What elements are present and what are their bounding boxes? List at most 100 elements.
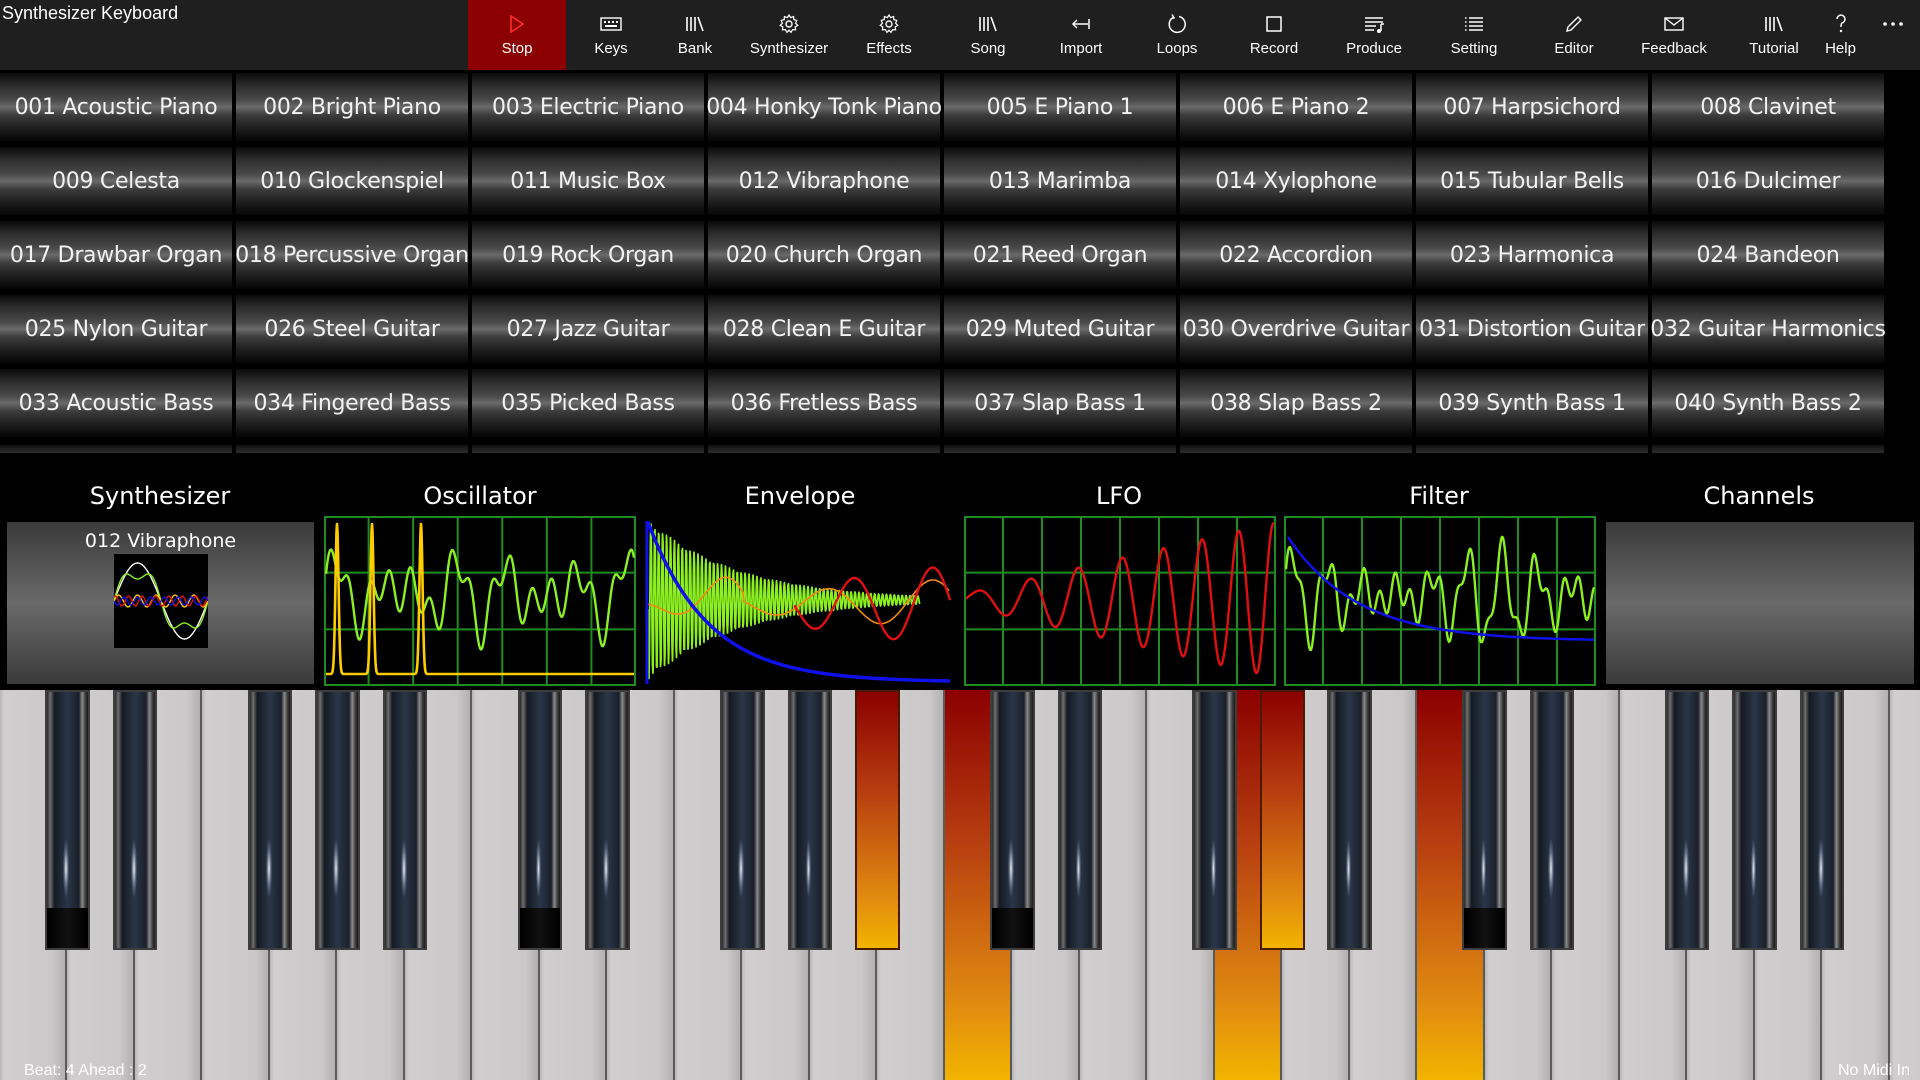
instrument-button[interactable]: 019 Rock Organ <box>472 221 704 289</box>
command-tutorial-button[interactable]: Tutorial <box>1724 0 1824 70</box>
white-key[interactable] <box>1889 690 1920 1080</box>
instrument-button[interactable]: 008 Clavinet <box>1652 73 1884 141</box>
instrument-button[interactable]: 004 Honky Tonk Piano <box>706 73 942 141</box>
instrument-button[interactable]: 013 Marimba <box>944 147 1176 215</box>
channels-panel[interactable] <box>1606 522 1914 684</box>
command-stop-button[interactable]: Stop <box>468 0 566 70</box>
black-key-shadow <box>1464 908 1505 948</box>
command-bank-button[interactable]: Bank <box>649 0 741 70</box>
black-key[interactable] <box>1327 690 1372 950</box>
instrument-button[interactable]: 023 Harmonica <box>1416 221 1648 289</box>
command-label: Help <box>1825 40 1856 57</box>
black-key[interactable] <box>1732 690 1777 950</box>
command-label: Synthesizer <box>749 40 829 57</box>
command-keys-button[interactable]: Keys <box>566 0 656 70</box>
instrument-row-partial[interactable] <box>1652 445 1884 453</box>
command-record-button[interactable]: Record <box>1224 0 1324 70</box>
pencil-icon <box>1560 12 1588 36</box>
instrument-button[interactable]: 026 Steel Guitar <box>236 295 468 363</box>
black-key[interactable] <box>1799 690 1845 950</box>
instrument-button[interactable]: 029 Muted Guitar <box>944 295 1176 363</box>
current-instrument-label: 012 Vibraphone <box>84 530 237 552</box>
black-key[interactable] <box>585 690 630 950</box>
lfo-scope[interactable] <box>964 516 1276 686</box>
instrument-button[interactable]: 014 Xylophone <box>1180 147 1412 215</box>
filter-scope[interactable] <box>1284 516 1596 686</box>
instrument-row-partial[interactable] <box>236 445 468 453</box>
midi-status: No Midi In <box>1837 1062 1910 1079</box>
instrument-button[interactable]: 039 Synth Bass 1 <box>1416 369 1648 437</box>
instrument-row-partial[interactable] <box>944 445 1176 453</box>
instrument-button[interactable]: 033 Acoustic Bass <box>0 369 232 437</box>
black-key[interactable] <box>315 690 360 950</box>
instrument-button[interactable]: 012 Vibraphone <box>708 147 940 215</box>
command-label: Keys <box>594 40 628 57</box>
black-key[interactable] <box>1057 690 1103 950</box>
black-key[interactable] <box>1529 690 1575 950</box>
instrument-button[interactable]: 017 Drawbar Organ <box>0 221 232 289</box>
black-key[interactable] <box>382 690 428 950</box>
instrument-button[interactable]: 027 Jazz Guitar <box>472 295 704 363</box>
oscillator-scope[interactable] <box>324 516 636 686</box>
command-feedback-button[interactable]: Feedback <box>1624 0 1724 70</box>
black-key[interactable] <box>787 690 833 950</box>
instrument-button[interactable]: 015 Tubular Bells <box>1416 147 1648 215</box>
instrument-button[interactable]: 009 Celesta <box>0 147 232 215</box>
instrument-row-partial[interactable] <box>1416 445 1648 453</box>
instrument-button[interactable]: 005 E Piano 1 <box>944 73 1176 141</box>
black-key[interactable] <box>1462 690 1507 950</box>
instrument-button[interactable]: 036 Fretless Bass <box>708 369 940 437</box>
instrument-button[interactable]: 020 Church Organ <box>708 221 940 289</box>
black-key[interactable] <box>855 690 900 950</box>
instrument-button[interactable]: 034 Fingered Bass <box>236 369 468 437</box>
instrument-button[interactable]: 011 Music Box <box>472 147 704 215</box>
instrument-button[interactable]: 001 Acoustic Piano <box>0 73 232 141</box>
instrument-button[interactable]: 028 Clean E Guitar <box>708 295 940 363</box>
command-produce-button[interactable]: Produce <box>1324 0 1424 70</box>
more-button[interactable] <box>1866 0 1920 70</box>
instrument-button[interactable]: 035 Picked Bass <box>472 369 704 437</box>
command-editor-button[interactable]: Editor <box>1524 0 1624 70</box>
keyboard-icon <box>597 12 625 36</box>
instrument-button[interactable]: 022 Accordion <box>1180 221 1412 289</box>
command-setting-button[interactable]: Setting <box>1424 0 1524 70</box>
command-loops-button[interactable]: Loops <box>1128 0 1226 70</box>
instrument-button[interactable]: 032 Guitar Harmonics <box>1650 295 1886 363</box>
black-key[interactable] <box>990 690 1035 950</box>
instrument-button[interactable]: 006 E Piano 2 <box>1180 73 1412 141</box>
instrument-button[interactable]: 021 Reed Organ <box>944 221 1176 289</box>
instrument-row-partial[interactable] <box>1180 445 1412 453</box>
synthesizer-panel[interactable]: 012 Vibraphone <box>7 522 314 684</box>
instrument-button[interactable]: 030 Overdrive Guitar <box>1180 295 1412 363</box>
black-key[interactable] <box>1664 690 1710 950</box>
command-song-button[interactable]: Song <box>939 0 1037 70</box>
instrument-row-partial[interactable] <box>472 445 704 453</box>
instrument-button[interactable]: 018 Percussive Organ <box>235 221 469 289</box>
playlist-icon <box>1360 12 1388 36</box>
black-key[interactable] <box>112 690 158 950</box>
instrument-button[interactable]: 002 Bright Piano <box>236 73 468 141</box>
instrument-button[interactable]: 007 Harpsichord <box>1416 73 1648 141</box>
command-help-button[interactable]: Help <box>1813 0 1868 70</box>
envelope-scope[interactable] <box>644 516 956 686</box>
instrument-button[interactable]: 016 Dulcimer <box>1652 147 1884 215</box>
black-key[interactable] <box>45 690 90 950</box>
instrument-button[interactable]: 010 Glockenspiel <box>236 147 468 215</box>
command-synthesizer-button[interactable]: Synthesizer <box>739 0 839 70</box>
black-key[interactable] <box>517 690 563 950</box>
black-key[interactable] <box>247 690 293 950</box>
instrument-button[interactable]: 024 Bandeon <box>1652 221 1884 289</box>
instrument-button[interactable]: 040 Synth Bass 2 <box>1652 369 1884 437</box>
command-import-button[interactable]: Import <box>1034 0 1128 70</box>
instrument-button[interactable]: 038 Slap Bass 2 <box>1180 369 1412 437</box>
black-key[interactable] <box>1259 690 1305 950</box>
instrument-button[interactable]: 031 Distortion Guitar <box>1416 295 1648 363</box>
black-key[interactable] <box>720 690 765 950</box>
black-key[interactable] <box>1192 690 1238 950</box>
instrument-button[interactable]: 025 Nylon Guitar <box>0 295 232 363</box>
instrument-row-partial[interactable] <box>708 445 940 453</box>
instrument-button[interactable]: 003 Electric Piano <box>472 73 704 141</box>
instrument-button[interactable]: 037 Slap Bass 1 <box>944 369 1176 437</box>
command-effects-button[interactable]: Effects <box>839 0 939 70</box>
instrument-row-partial[interactable] <box>0 445 232 453</box>
